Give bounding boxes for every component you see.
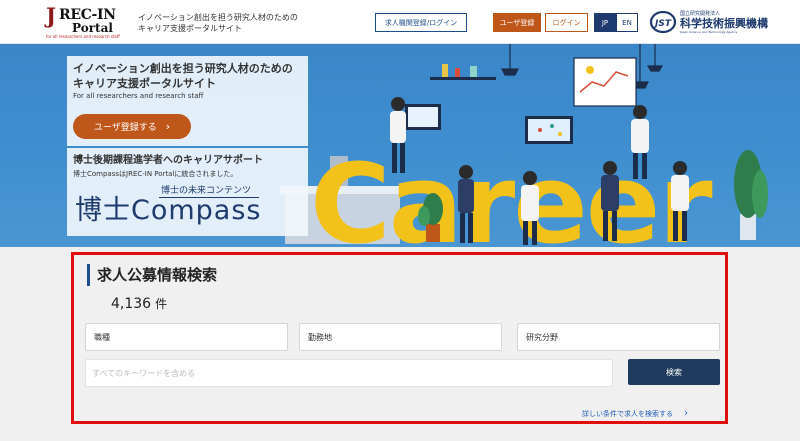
chevron-right-icon: ›	[684, 408, 688, 419]
compass-logo-wordmark: 博士Compass	[75, 195, 262, 226]
keyword-input[interactable]	[85, 359, 613, 387]
hero-register-label: ユーザ登録する	[93, 123, 157, 133]
jst-name: 科学技術振興機構	[680, 17, 768, 30]
hakase-compass-logo[interactable]: 博士の未来コンテンツ 博士Compass	[73, 186, 263, 232]
compass-card-subtitle: 博士CompassはJREC-IN Portalに統合されました。	[73, 170, 238, 178]
search-button[interactable]: 検索	[628, 359, 720, 385]
shelf-bottles	[430, 64, 496, 80]
logo-tagline: for all researchers and research staff	[46, 34, 120, 39]
hero-card-portal: イノベーション創出を担う研究人材のための キャリア支援ポータルサイト For a…	[67, 56, 308, 146]
logo-j-glyph: J	[46, 3, 56, 28]
job-search-panel: 求人公募情報検索 4,136件 職種 勤務地 研究分野 検索 詳しい条件で求人を…	[71, 252, 728, 424]
job-count: 4,136 件	[111, 294, 167, 314]
site-tagline: イノベーション創出を担う研究人材のための キャリア支援ポータルサイト	[138, 13, 298, 33]
lang-jp-button[interactable]: JP	[594, 13, 616, 32]
jst-logo[interactable]: JST 国立研究開発法人 科学技術振興機構 Japan Science and …	[650, 10, 770, 36]
job-count-number: 4,136	[111, 296, 152, 312]
whiteboard	[573, 57, 637, 107]
hero-register-button[interactable]: ユーザ登録する ›	[73, 114, 191, 139]
chevron-right-icon: ›	[165, 120, 171, 133]
research-field-select[interactable]: 研究分野	[517, 323, 720, 351]
logo-line2: Portal	[72, 21, 113, 35]
hero-card-title: イノベーション創出を担う研究人材のための キャリア支援ポータルサイト	[73, 62, 293, 90]
title-accent-bar	[87, 264, 90, 286]
hero-banner[interactable]: Career イノベーション創出を担う研究人材のための キャリア支援ポータルサイ…	[0, 44, 800, 247]
jst-mark-icon: JST	[650, 11, 676, 33]
jst-english-name: Japan Science and Technology Agency	[680, 30, 738, 34]
plant-right	[734, 150, 768, 240]
career-word: Career	[310, 140, 712, 247]
user-register-button[interactable]: ユーザ登録	[493, 13, 541, 32]
compass-card-title: 博士後期課程進学者へのキャリアサポート	[73, 155, 263, 166]
language-switcher: JP EN	[594, 13, 638, 32]
jst-mark-text: JST	[653, 19, 672, 29]
jrec-in-portal-logo[interactable]: J REC-IN Portal for all researchers and …	[46, 3, 124, 40]
advanced-search-label: 詳しい条件で求人を検索する	[582, 409, 673, 418]
lang-en-button[interactable]: EN	[616, 13, 638, 32]
org-login-button[interactable]: 求人機関登録/ログイン	[375, 13, 467, 32]
work-location-select[interactable]: 勤務地	[299, 323, 502, 351]
site-header: J REC-IN Portal for all researchers and …	[0, 0, 800, 44]
advanced-search-link[interactable]: 詳しい条件で求人を検索する ›	[582, 408, 688, 419]
job-count-unit: 件	[155, 297, 168, 311]
login-button[interactable]: ログイン	[545, 13, 588, 32]
hero-card-compass[interactable]: 博士後期課程進学者へのキャリアサポート 博士CompassはJREC-IN Po…	[67, 148, 308, 236]
hero-card-subtitle: For all researchers and research staff	[73, 92, 204, 100]
job-type-select[interactable]: 職種	[85, 323, 288, 351]
search-title: 求人公募情報検索	[97, 266, 218, 284]
